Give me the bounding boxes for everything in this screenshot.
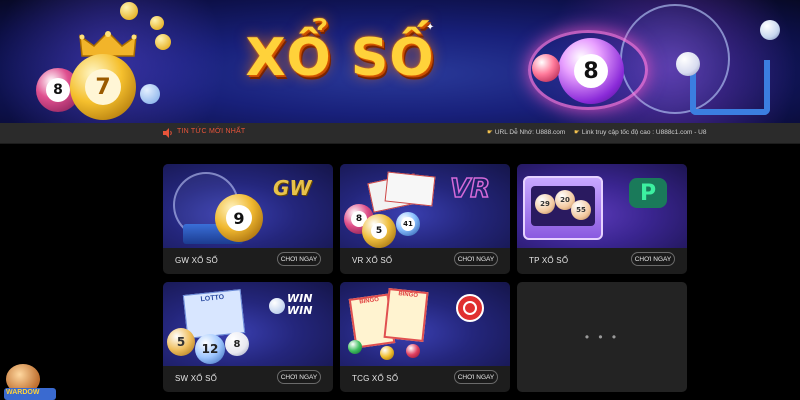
- play-now-button[interactable]: CHƠI NGAY: [277, 252, 321, 266]
- game-art: 29 20 55 P: [517, 164, 687, 248]
- speaker-icon: [163, 128, 172, 138]
- mascot-label: WARDOW: [6, 389, 40, 396]
- lottery-ball: 12: [195, 334, 225, 364]
- gw-logo: GW: [273, 176, 312, 200]
- hero-banner: 8 7 XỔ SỐ ✦ 8: [0, 0, 800, 123]
- game-card-placeholder: • • •: [517, 282, 687, 392]
- lottery-stand-icon: [690, 60, 770, 115]
- lottery-ball: 41: [396, 212, 420, 236]
- lottery-ball: 55: [571, 200, 591, 220]
- banner-title: XỔ SỐ: [245, 28, 435, 88]
- game-card-vr[interactable]: 8 5 41 VR VR XỔ SỐ CHƠI NGAY: [340, 164, 510, 274]
- vr-logo: VR: [449, 173, 491, 205]
- tp-logo: P: [629, 178, 667, 208]
- card-caption: TP XỔ SỐ: [529, 256, 569, 265]
- lottery-ball: 5: [362, 214, 396, 248]
- lottery-ticket-icon: [384, 171, 436, 207]
- game-art: BINGO BINGO: [340, 282, 510, 366]
- ball-small: [406, 344, 420, 358]
- fast-link[interactable]: ☛ Link truy cập tốc độ cao : U888c1.com -…: [574, 128, 706, 136]
- lottery-ball: 29: [535, 194, 555, 214]
- coin-icon: [140, 84, 160, 104]
- ball-small: [380, 346, 394, 360]
- ball-small: [760, 20, 780, 40]
- tcg-logo: [456, 294, 484, 322]
- lottery-ball: 8: [558, 38, 624, 104]
- play-now-button[interactable]: CHƠI NGAY: [454, 370, 498, 384]
- game-card-gw[interactable]: 9 GW GW XỔ SỐ CHƠI NGAY: [163, 164, 333, 274]
- winwin-logo-bottom: WIN: [287, 304, 313, 317]
- game-card-tcg[interactable]: BINGO BINGO TCG XỔ SỐ CHƠI NGAY: [340, 282, 510, 392]
- lottery-ball: 5: [167, 328, 195, 356]
- lottery-ball-gold: 7: [70, 54, 136, 120]
- lottery-ball: 8: [225, 332, 249, 356]
- lottery-ball-gold: 9: [215, 194, 263, 242]
- pointing-hand-icon: ☛: [574, 129, 580, 136]
- news-bar: TIN TỨC MỚI NHẤT ☛ URL Dễ Nhớ: U888.com ☛…: [0, 123, 800, 144]
- ball-small: [676, 52, 700, 76]
- play-now-button[interactable]: CHƠI NGAY: [454, 252, 498, 266]
- pointing-hand-icon: ☛: [487, 129, 493, 136]
- ball-small: [532, 54, 560, 82]
- coin-icon: [155, 34, 171, 50]
- coin-icon: [150, 16, 164, 30]
- ball-small: [348, 340, 362, 354]
- card-caption: GW XỔ SỐ: [175, 256, 218, 265]
- play-now-button[interactable]: CHƠI NGAY: [631, 252, 675, 266]
- url-note: ☛ URL Dễ Nhớ: U888.com: [487, 129, 566, 136]
- game-card-sw[interactable]: LOTTO 5 12 8 WIN WIN SW XỔ SỐ CHƠI NGAY: [163, 282, 333, 392]
- loading-dots: • • •: [584, 330, 620, 344]
- mascot-icon[interactable]: WARDOW: [0, 362, 60, 400]
- game-art: 9 GW: [163, 164, 333, 248]
- card-caption: SW XỔ SỐ: [175, 374, 218, 383]
- game-art: 8 5 41 VR: [340, 164, 510, 248]
- winwin-ball-icon: [269, 298, 285, 314]
- game-card-tp[interactable]: 29 20 55 P TP XỔ SỐ CHƠI NGAY: [517, 164, 687, 274]
- coin-icon: [120, 2, 138, 20]
- play-now-button[interactable]: CHƠI NGAY: [277, 370, 321, 384]
- sparkle-icon: ✦: [426, 22, 435, 33]
- game-art: LOTTO 5 12 8 WIN WIN: [163, 282, 333, 366]
- card-caption: TCG XỔ SỐ: [352, 374, 399, 383]
- card-caption: VR XỔ SỐ: [352, 256, 393, 265]
- bingo-card-icon: BINGO: [383, 288, 429, 342]
- news-label[interactable]: TIN TỨC MỚI NHẤT: [177, 128, 245, 135]
